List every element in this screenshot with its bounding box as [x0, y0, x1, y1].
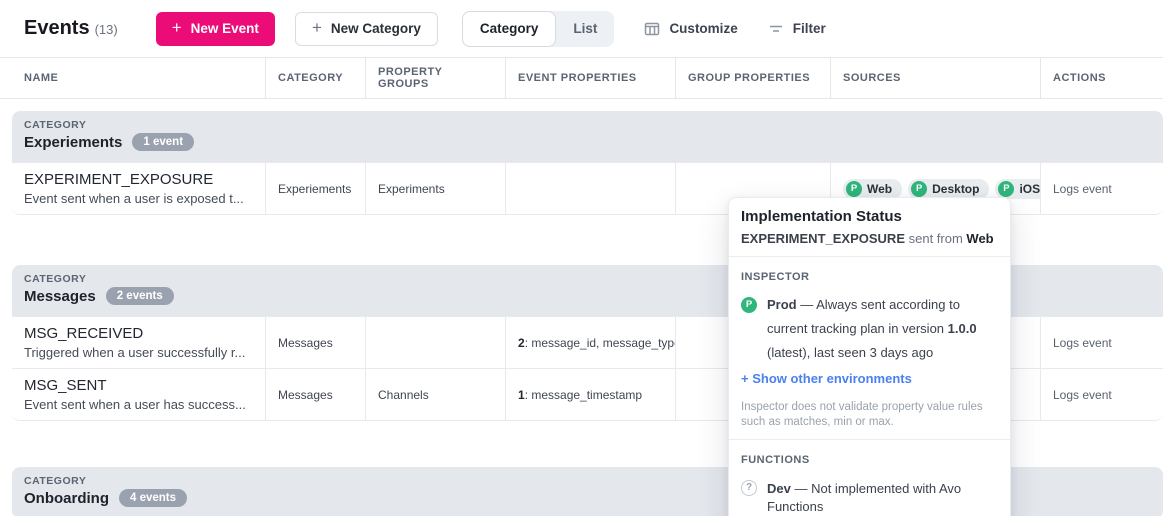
env-name: Prod	[767, 297, 797, 312]
source-badge-web[interactable]: P Web	[843, 179, 902, 199]
popover-header: Implementation Status EXPERIMENT_EXPOSUR…	[729, 198, 1010, 256]
popover-source-name: Web	[966, 231, 993, 246]
implementation-status-popover: Implementation Status EXPERIMENT_EXPOSUR…	[728, 197, 1011, 516]
customize-button[interactable]: Customize	[644, 21, 737, 37]
event-properties-cell	[505, 163, 675, 214]
event-description: Triggered when a user successfully r...	[24, 345, 245, 360]
event-name-cell[interactable]: MSG_RECEIVED Triggered when a user succe…	[12, 317, 265, 368]
source-label: iOS	[1019, 182, 1040, 196]
event-prop-count: 1	[518, 388, 525, 402]
source-label: Desktop	[932, 182, 979, 196]
event-count-badge: 2 events	[106, 287, 174, 305]
column-header-actions: ACTIONS	[1040, 58, 1163, 98]
filter-label: Filter	[793, 21, 826, 36]
prod-status-text-2: (latest), last seen 3 days ago	[767, 345, 933, 360]
functions-section: FUNCTIONS ? Dev — Not implemented with A…	[729, 440, 1010, 516]
functions-section-label: FUNCTIONS	[741, 454, 998, 466]
event-count-badge: 1 event	[132, 133, 194, 151]
table-header: NAME CATEGORY PROPERTY GROUPS EVENT PROP…	[0, 57, 1163, 99]
plus-icon: +	[312, 19, 322, 36]
event-name: EXPERIMENT_EXPOSURE	[24, 171, 213, 188]
popover-subtitle-text: sent from	[905, 231, 966, 246]
category-name: Onboarding	[24, 490, 109, 507]
page-title-text: Events	[24, 17, 90, 39]
event-prop-list: : message_timestamp	[525, 388, 642, 402]
event-prop-list: : message_id, message_type	[525, 336, 675, 350]
inspector-section: INSPECTOR P Prod — Always sent according…	[729, 257, 1010, 439]
event-properties-cell: 2: message_id, message_type	[505, 317, 675, 368]
source-badge-desktop[interactable]: P Desktop	[908, 179, 989, 199]
column-header-event-properties: EVENT PROPERTIES	[505, 58, 675, 98]
logs-event-action[interactable]: Logs event	[1040, 163, 1163, 214]
logs-event-action[interactable]: Logs event	[1040, 317, 1163, 368]
event-name: MSG_SENT	[24, 377, 107, 394]
prod-status-icon: P	[846, 181, 862, 197]
version-number: 1.0.0	[948, 321, 977, 336]
popover-event-name: EXPERIMENT_EXPOSURE	[741, 231, 905, 246]
event-name-cell[interactable]: EXPERIMENT_EXPOSURE Event sent when a us…	[12, 163, 265, 214]
event-description: Event sent when a user is exposed t...	[24, 191, 244, 206]
category-cell: Experiements	[265, 163, 365, 214]
env-name: Dev	[767, 481, 791, 496]
tab-category-view[interactable]: Category	[462, 11, 557, 47]
tab-list-view[interactable]: List	[556, 11, 614, 47]
prod-status-item: P Prod — Always sent according to curren…	[741, 293, 998, 365]
new-event-button[interactable]: + New Event	[156, 12, 275, 46]
filter-button[interactable]: Filter	[768, 21, 826, 37]
column-header-sources: SOURCES	[830, 58, 1040, 98]
logs-event-action[interactable]: Logs event	[1040, 369, 1163, 420]
category-cell: Messages	[265, 369, 365, 420]
prod-status-icon: P	[911, 181, 927, 197]
category-cell: Messages	[265, 317, 365, 368]
filter-icon	[768, 21, 784, 37]
property-groups-cell: Experiments	[365, 163, 505, 214]
event-name-cell[interactable]: MSG_SENT Event sent when a user has succ…	[12, 369, 265, 420]
dev-status-item: ? Dev — Not implemented with Avo Functio…	[741, 480, 998, 516]
events-count: (13)	[95, 22, 118, 37]
toolbar: Events (13) + New Event + New Category Ca…	[0, 0, 1163, 57]
column-header-name: NAME	[0, 58, 265, 98]
prod-status-icon: P	[741, 297, 757, 313]
inspector-disclaimer: Inspector does not validate property val…	[741, 400, 998, 429]
inspector-section-label: INSPECTOR	[741, 271, 998, 283]
columns-icon	[644, 21, 660, 37]
property-groups-cell: Channels	[365, 369, 505, 420]
column-header-property-groups: PROPERTY GROUPS	[365, 58, 505, 98]
category-name: Messages	[24, 288, 96, 305]
column-header-group-properties: GROUP PROPERTIES	[675, 58, 830, 98]
source-label: Web	[867, 182, 892, 196]
new-event-label: New Event	[191, 21, 259, 36]
customize-label: Customize	[669, 21, 737, 36]
separator: —	[797, 297, 817, 312]
category-name: Experiements	[24, 134, 122, 151]
event-properties-cell: 1: message_timestamp	[505, 369, 675, 420]
event-prop-count: 2	[518, 336, 525, 350]
prod-status-icon: P	[998, 181, 1014, 197]
source-badge-ios[interactable]: P iOS	[995, 179, 1040, 199]
show-other-environments-link[interactable]: + Show other environments	[741, 367, 912, 391]
popover-subtitle: EXPERIMENT_EXPOSURE sent from Web	[741, 231, 998, 246]
page-title: Events (13)	[24, 17, 118, 40]
category-band: CATEGORY Experiements 1 event	[12, 111, 1163, 162]
category-band-label: CATEGORY	[24, 119, 1151, 131]
property-groups-cell	[365, 317, 505, 368]
event-description: Event sent when a user has success...	[24, 397, 246, 412]
new-category-label: New Category	[331, 21, 421, 36]
dev-status-text: — Not implemented with Avo Functions	[767, 481, 961, 514]
view-toggle: Category List	[462, 11, 615, 47]
event-count-badge: 4 events	[119, 489, 187, 507]
plus-icon: +	[172, 19, 182, 36]
question-circle-icon: ?	[741, 480, 757, 496]
column-header-category: CATEGORY	[265, 58, 365, 98]
event-name: MSG_RECEIVED	[24, 325, 143, 342]
popover-title: Implementation Status	[741, 208, 998, 225]
new-category-button[interactable]: + New Category	[295, 12, 438, 46]
